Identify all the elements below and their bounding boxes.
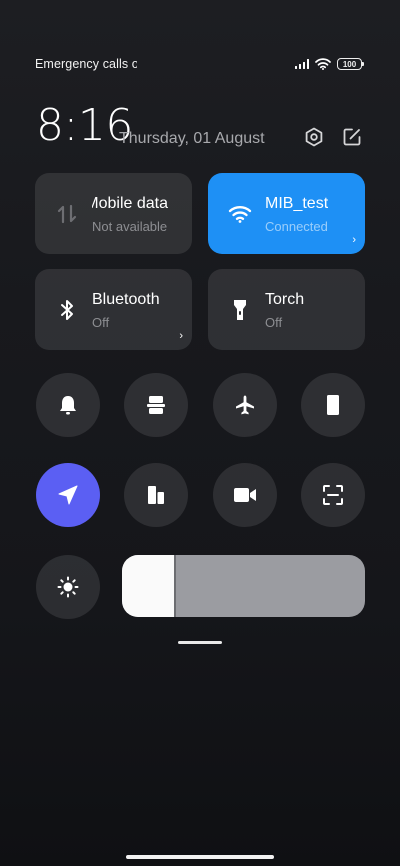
- bluetooth-icon: [55, 298, 79, 322]
- battery-level: 100: [342, 59, 357, 69]
- tile-mobile-data[interactable]: Mobile data Not available: [35, 173, 192, 254]
- carrier-status-text: Emergency calls only: [35, 57, 137, 71]
- tile-label: Mobile data: [92, 195, 168, 212]
- signal-icon: [294, 59, 309, 69]
- scanner-icon: [323, 485, 343, 505]
- toggle-reading-mode[interactable]: [124, 463, 188, 527]
- tile-wifi[interactable]: MIB_test Connected ›: [208, 173, 365, 254]
- tile-status: Off: [92, 315, 110, 330]
- toggle-airplane[interactable]: [213, 373, 277, 437]
- toggle-screen-recorder[interactable]: [213, 463, 277, 527]
- screenshot-icon: [147, 396, 165, 414]
- toggle-screenshot[interactable]: [124, 373, 188, 437]
- hexagon-settings-icon[interactable]: [303, 126, 325, 148]
- brightness-slider-fill: [122, 555, 177, 617]
- brightness-auto-button[interactable]: [36, 555, 100, 619]
- wifi-icon: [228, 202, 252, 226]
- brightness-icon: [57, 576, 79, 598]
- wifi-status-icon: [315, 58, 331, 70]
- phone-rotate-icon: [327, 395, 339, 415]
- chevron-right-icon[interactable]: ›: [179, 330, 183, 342]
- edit-icon[interactable]: [341, 126, 363, 148]
- home-indicator[interactable]: [126, 855, 274, 859]
- tile-bluetooth[interactable]: Bluetooth Off ›: [35, 269, 192, 350]
- status-bar: Emergency calls only 100: [35, 56, 364, 72]
- tile-label: Torch: [265, 291, 305, 308]
- date: Thursday, 01 August: [119, 130, 265, 147]
- torch-icon: [228, 298, 252, 322]
- chevron-right-icon[interactable]: ›: [352, 234, 356, 246]
- tile-label: MIB_test: [265, 195, 329, 212]
- tile-status: Off: [265, 315, 283, 330]
- tile-label: Bluetooth: [92, 291, 160, 308]
- screen-recorder-icon: [234, 488, 256, 502]
- battery-icon: 100: [337, 58, 364, 70]
- toggle-rotate[interactable]: [301, 373, 365, 437]
- bell-icon: [60, 396, 76, 415]
- airplane-icon: [236, 395, 254, 415]
- toggle-location[interactable]: [36, 463, 100, 527]
- reading-mode-icon: [148, 486, 164, 504]
- location-icon: [58, 485, 78, 505]
- mobile-data-icon: [55, 202, 79, 226]
- tile-torch[interactable]: Torch Off: [208, 269, 365, 350]
- tile-status: Not available: [92, 219, 168, 234]
- toggle-sound[interactable]: [36, 373, 100, 437]
- brightness-slider[interactable]: [122, 555, 365, 617]
- status-icons: 100: [294, 58, 364, 70]
- panel-drag-handle[interactable]: [178, 641, 222, 644]
- tile-status: Connected: [265, 219, 328, 234]
- toggle-scanner[interactable]: [301, 463, 365, 527]
